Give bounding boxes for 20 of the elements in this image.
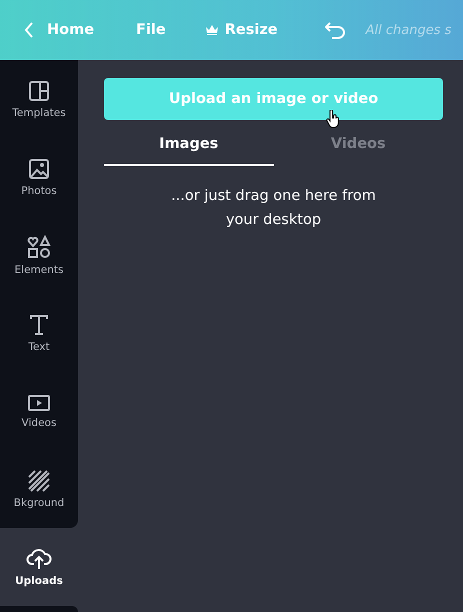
photos-icon <box>28 158 50 180</box>
text-icon <box>29 314 49 336</box>
undo-icon[interactable] <box>324 21 346 39</box>
hand-cursor-icon <box>326 110 340 128</box>
drag-hint: ...or just drag one here from your desktop <box>170 187 377 230</box>
sidebar-item[interactable]: Videos <box>0 372 78 450</box>
hatch-icon <box>28 470 50 492</box>
shapes-icon <box>27 234 51 258</box>
tab[interactable]: Images <box>104 126 274 166</box>
save-status: All changes s <box>366 22 452 38</box>
chevron-left-icon <box>24 22 34 38</box>
sidebar-item[interactable]: Photos <box>0 138 78 216</box>
sidebar-item[interactable]: Elements <box>0 216 78 294</box>
sidebar-item[interactable]: Text <box>0 294 78 372</box>
sidebar-item[interactable]: Templates <box>0 60 78 138</box>
templates-icon <box>28 80 50 102</box>
crown-icon <box>206 25 218 35</box>
cloud-upload-icon <box>26 548 52 570</box>
video-icon <box>27 394 51 412</box>
sidebar-item[interactable]: Bkground <box>0 450 78 528</box>
